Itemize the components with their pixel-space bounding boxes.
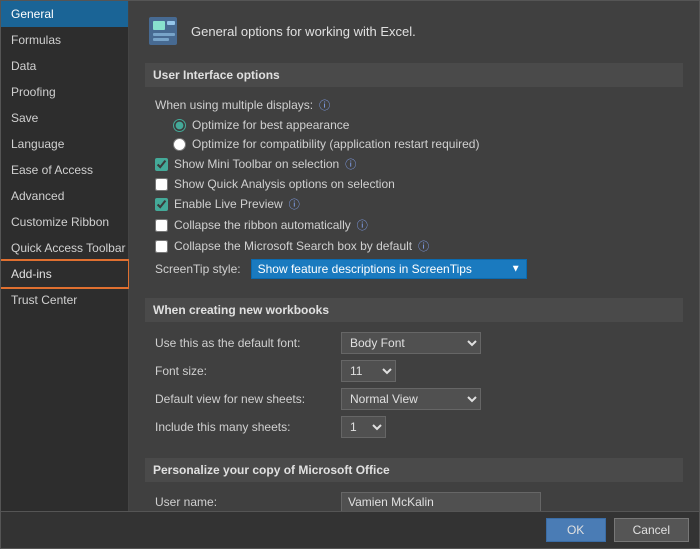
collapse-ribbon-checkbox[interactable] xyxy=(155,219,168,232)
section-body-workbooks: Use this as the default font: Body Font … xyxy=(145,332,683,454)
info-icon-multiple-displays: ⓘ xyxy=(319,97,330,113)
enable-live-preview-checkbox[interactable] xyxy=(155,198,168,211)
sidebar-item-save[interactable]: Save xyxy=(1,105,128,131)
sidebar-item-advanced[interactable]: Advanced xyxy=(1,183,128,209)
radio-compatibility[interactable] xyxy=(173,138,186,151)
main-header-text: General options for working with Excel. xyxy=(191,24,416,39)
show-mini-toolbar-label: Show Mini Toolbar on selection xyxy=(174,157,339,171)
show-quick-analysis-checkbox[interactable] xyxy=(155,178,168,191)
section-title-workbooks: When creating new workbooks xyxy=(145,298,683,322)
dialog-footer: OK Cancel xyxy=(1,511,699,548)
username-label: User name: xyxy=(155,495,335,509)
sidebar-item-formulas[interactable]: Formulas xyxy=(1,27,128,53)
font-select[interactable]: Body Font Calibri Arial xyxy=(341,332,481,354)
sidebar-item-trust-center[interactable]: Trust Center xyxy=(1,287,128,313)
sidebar: General Formulas Data Proofing Save Lang… xyxy=(1,1,129,511)
sidebar-item-general[interactable]: General xyxy=(1,1,128,27)
main-header: General options for working with Excel. xyxy=(145,13,683,49)
username-row: User name: xyxy=(155,492,673,511)
sidebar-item-customize-ribbon[interactable]: Customize Ribbon xyxy=(1,209,128,235)
multiple-displays-label: When using multiple displays: xyxy=(155,98,313,112)
cb5-row: Collapse the Microsoft Search box by def… xyxy=(155,238,673,254)
fontsize-row: Font size: 11 8 10 12 xyxy=(155,360,673,382)
show-mini-toolbar-checkbox[interactable] xyxy=(155,158,168,171)
section-title-ui: User Interface options xyxy=(145,63,683,87)
info-icon-cb1: ⓘ xyxy=(345,156,356,172)
radio-compatibility-row: Optimize for compatibility (application … xyxy=(173,137,673,151)
cb3-row: Enable Live Preview ⓘ xyxy=(155,196,673,212)
multiple-displays-row: When using multiple displays: ⓘ xyxy=(155,97,673,113)
sidebar-item-quick-access-toolbar[interactable]: Quick Access Toolbar xyxy=(1,235,128,261)
sidebar-item-data[interactable]: Data xyxy=(1,53,128,79)
sheets-select[interactable]: 1 2 3 xyxy=(341,416,386,438)
enable-live-preview-label: Enable Live Preview xyxy=(174,197,283,211)
screentip-wrapper: Show feature descriptions in ScreenTips … xyxy=(251,259,527,279)
radio-best-appearance[interactable] xyxy=(173,119,186,132)
cb2-row: Show Quick Analysis options on selection xyxy=(155,177,673,191)
radio-best-appearance-label: Optimize for best appearance xyxy=(192,118,349,132)
fontsize-label: Font size: xyxy=(155,364,335,378)
radio-best-appearance-row: Optimize for best appearance xyxy=(173,118,673,132)
cb1-row: Show Mini Toolbar on selection ⓘ xyxy=(155,156,673,172)
username-input[interactable] xyxy=(341,492,541,511)
fontsize-select[interactable]: 11 8 10 12 xyxy=(341,360,396,382)
font-label: Use this as the default font: xyxy=(155,336,335,350)
info-icon-cb3: ⓘ xyxy=(289,196,300,212)
font-row: Use this as the default font: Body Font … xyxy=(155,332,673,354)
collapse-ribbon-label: Collapse the ribbon automatically xyxy=(174,218,351,232)
collapse-search-checkbox[interactable] xyxy=(155,240,168,253)
info-icon-cb4: ⓘ xyxy=(357,217,368,233)
collapse-search-label: Collapse the Microsoft Search box by def… xyxy=(174,239,412,253)
info-icon-cb5: ⓘ xyxy=(418,238,429,254)
defaultview-row: Default view for new sheets: Normal View… xyxy=(155,388,673,410)
sidebar-item-ease-of-access[interactable]: Ease of Access xyxy=(1,157,128,183)
section-body-ui: When using multiple displays: ⓘ Optimize… xyxy=(145,97,683,294)
cb4-row: Collapse the ribbon automatically ⓘ xyxy=(155,217,673,233)
cancel-button[interactable]: Cancel xyxy=(614,518,689,542)
dialog-body: General Formulas Data Proofing Save Lang… xyxy=(1,1,699,511)
section-body-personalize: User name: Always use these values regar… xyxy=(145,492,683,511)
ok-button[interactable]: OK xyxy=(546,518,606,542)
defaultview-label: Default view for new sheets: xyxy=(155,392,335,406)
sheets-label: Include this many sheets: xyxy=(155,420,335,434)
radio-compatibility-label: Optimize for compatibility (application … xyxy=(192,137,479,151)
excel-options-dialog: General Formulas Data Proofing Save Lang… xyxy=(0,0,700,549)
screentip-row: ScreenTip style: Show feature descriptio… xyxy=(155,259,673,279)
screentip-label: ScreenTip style: xyxy=(155,262,241,276)
screentip-select[interactable]: Show feature descriptions in ScreenTips … xyxy=(251,259,527,279)
sheets-row: Include this many sheets: 1 2 3 xyxy=(155,416,673,438)
sidebar-item-add-ins[interactable]: Add-ins xyxy=(1,261,128,287)
section-title-personalize: Personalize your copy of Microsoft Offic… xyxy=(145,458,683,482)
general-options-icon xyxy=(145,13,181,49)
defaultview-select[interactable]: Normal View Page Break Preview Page Layo… xyxy=(341,388,481,410)
sidebar-item-language[interactable]: Language xyxy=(1,131,128,157)
sidebar-item-proofing[interactable]: Proofing xyxy=(1,79,128,105)
main-content: General options for working with Excel. … xyxy=(129,1,699,511)
show-quick-analysis-label: Show Quick Analysis options on selection xyxy=(174,177,395,191)
